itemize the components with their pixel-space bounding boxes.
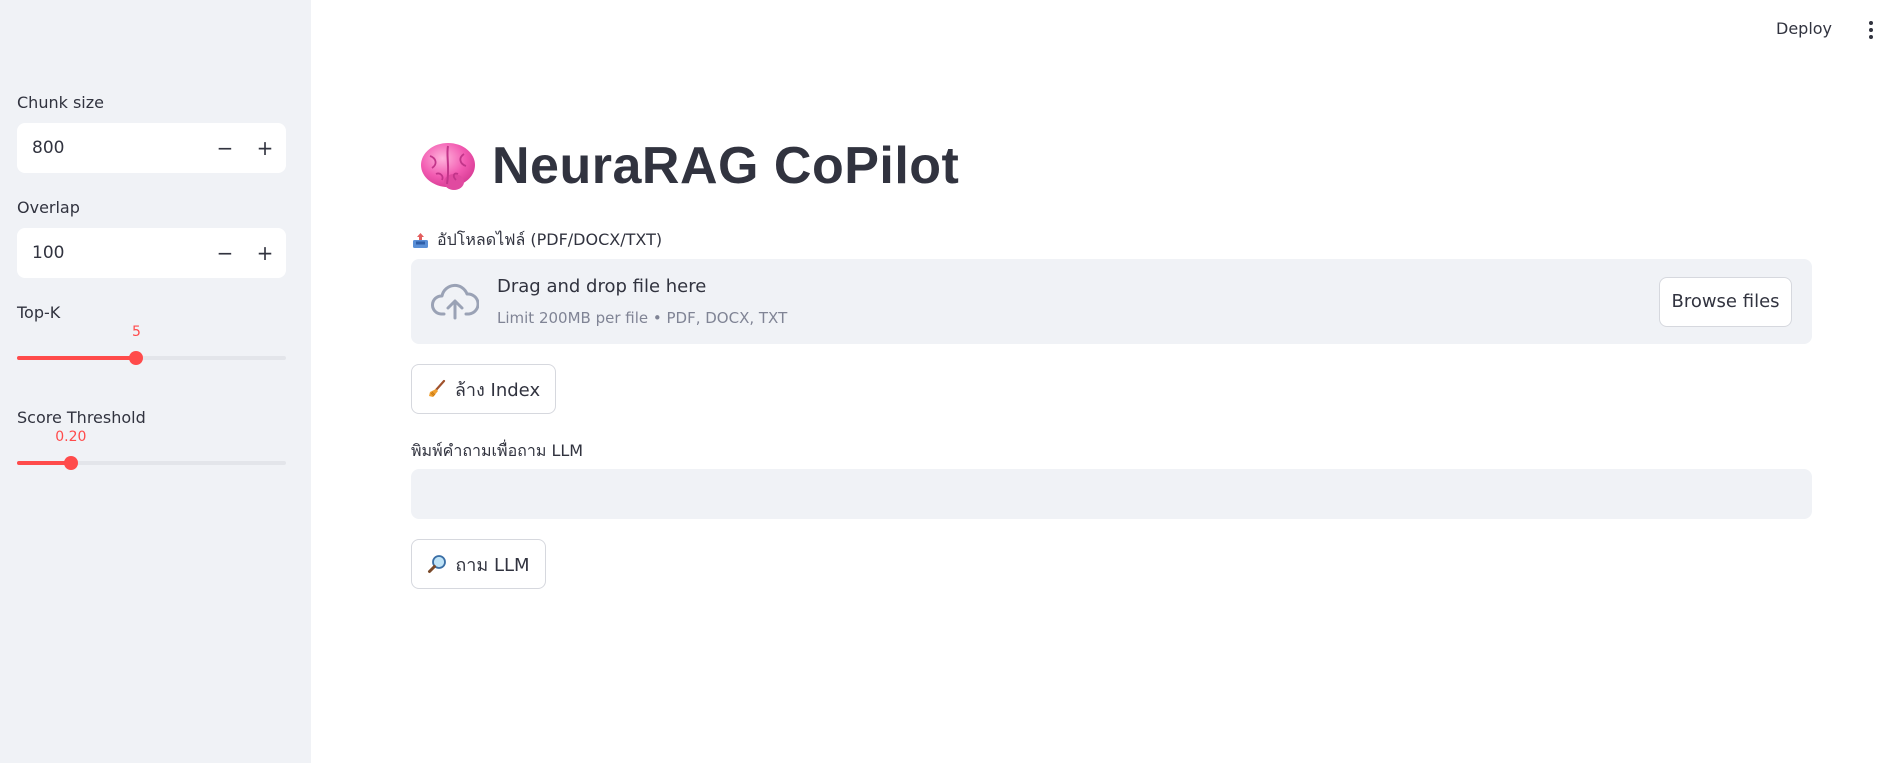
- upload-label-text: อัปโหลดไฟล์ (PDF/DOCX/TXT): [437, 230, 663, 249]
- page-title-text: NeuraRAG CoPilot: [492, 137, 960, 195]
- inbox-tray-icon: [413, 233, 428, 248]
- cloud-upload-icon: [431, 283, 479, 320]
- overlap-value[interactable]: 100: [32, 228, 64, 278]
- clear-index-button[interactable]: ล้าง Index: [411, 364, 556, 414]
- score-threshold-value: 0.20: [55, 429, 87, 445]
- more-vertical-icon[interactable]: [1862, 18, 1880, 42]
- sidebar: Chunk size 800 − + Overlap 100 − + Top-K…: [0, 0, 311, 763]
- ask-llm-button[interactable]: ถาม LLM: [411, 539, 546, 589]
- chunk-size-value[interactable]: 800: [32, 123, 64, 173]
- chunk-size-increment-button[interactable]: +: [249, 132, 281, 164]
- score-threshold-label: Score Threshold: [17, 408, 146, 427]
- brain-icon: [421, 143, 475, 190]
- overlap-increment-button[interactable]: +: [249, 237, 281, 269]
- top-k-label: Top-K: [17, 303, 61, 322]
- score-threshold-slider[interactable]: 0.20: [17, 429, 286, 475]
- top-k-slider-thumb[interactable]: [129, 351, 144, 365]
- upload-label: อัปโหลดไฟล์ (PDF/DOCX/TXT): [412, 228, 662, 253]
- clear-index-label: ล้าง Index: [454, 379, 541, 401]
- top-k-slider-fill: [17, 356, 137, 360]
- top-k-slider[interactable]: 5: [17, 324, 286, 370]
- top-k-value: 5: [131, 324, 141, 340]
- browse-files-button[interactable]: Browse files: [1659, 277, 1792, 327]
- dropzone-title: Drag and drop file here: [497, 276, 707, 297]
- overlap-input[interactable]: 100 − +: [17, 228, 286, 278]
- chunk-size-decrement-button[interactable]: −: [209, 132, 241, 164]
- overlap-label: Overlap: [17, 198, 80, 217]
- question-input[interactable]: [411, 469, 1812, 519]
- chunk-size-input[interactable]: 800 − +: [17, 123, 286, 173]
- chunk-size-label: Chunk size: [17, 93, 104, 112]
- page-title: NeuraRAG CoPilot: [418, 136, 959, 196]
- overlap-decrement-button[interactable]: −: [209, 237, 241, 269]
- score-threshold-slider-fill: [17, 461, 71, 465]
- dropzone-hint: Limit 200MB per file • PDF, DOCX, TXT: [497, 309, 788, 327]
- magnifier-icon: [428, 555, 447, 573]
- broom-icon: [428, 379, 445, 397]
- deploy-button[interactable]: Deploy: [1776, 19, 1832, 38]
- question-label: พิมพ์คำถามเพื่อถาม LLM: [411, 441, 584, 460]
- file-dropzone[interactable]: Drag and drop file here Limit 200MB per …: [411, 259, 1812, 344]
- ask-llm-label: ถาม LLM: [455, 554, 530, 576]
- score-threshold-slider-thumb[interactable]: [63, 456, 78, 470]
